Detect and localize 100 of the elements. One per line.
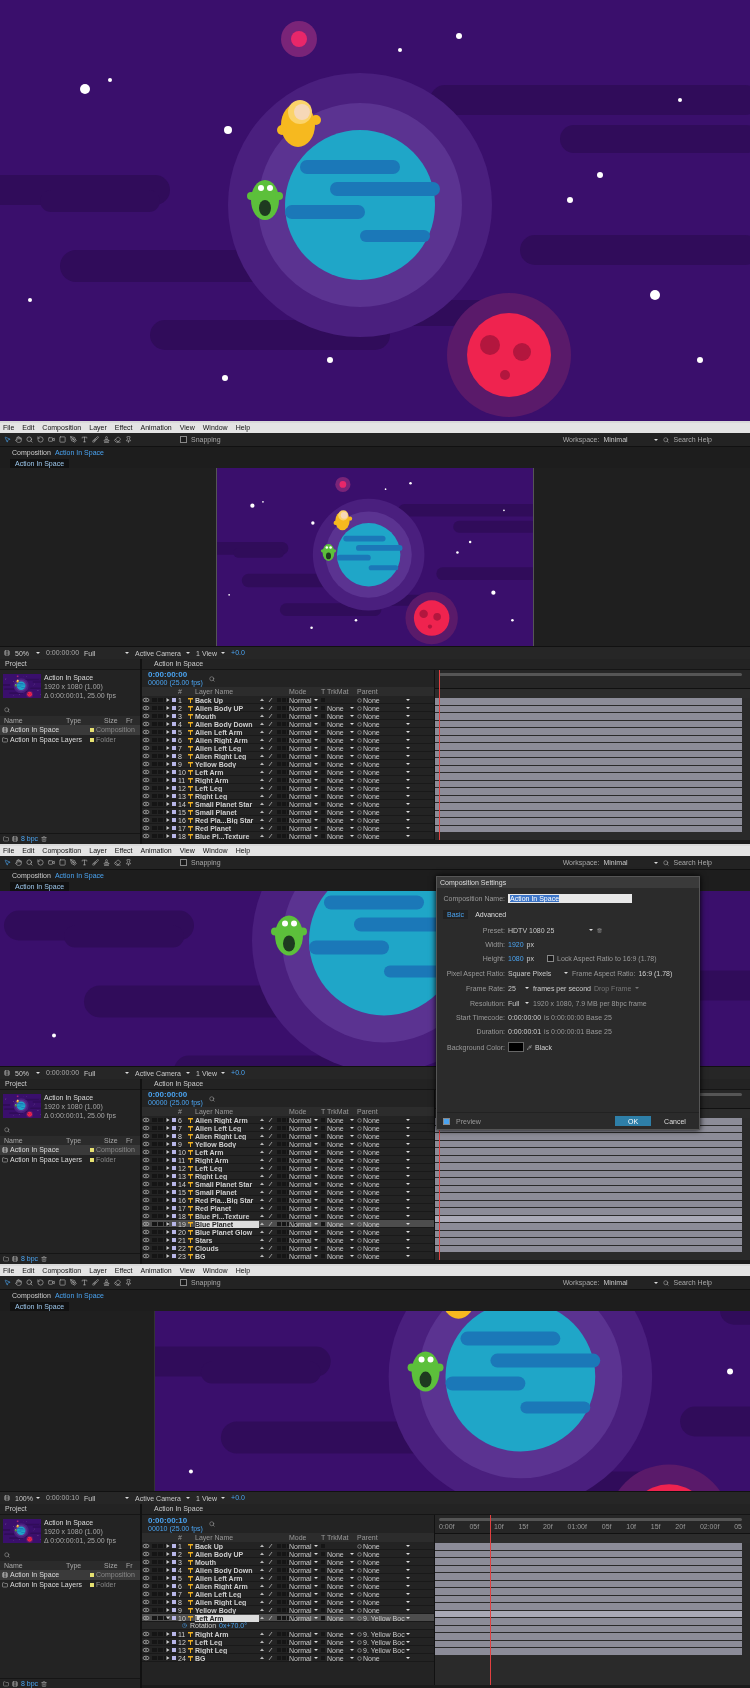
layer-duration-bar[interactable]	[435, 1200, 742, 1207]
twirl-arrow-icon[interactable]	[166, 1600, 170, 1604]
twirl-arrow-icon[interactable]	[166, 826, 170, 830]
label-swatch[interactable]	[172, 1150, 176, 1154]
twirl-arrow-icon[interactable]	[166, 1632, 170, 1636]
zoom-icon[interactable]	[26, 1279, 33, 1286]
twirl-arrow-icon[interactable]	[166, 762, 170, 766]
pin-icon[interactable]	[125, 859, 132, 866]
label-swatch[interactable]	[172, 1592, 176, 1596]
label-swatch[interactable]	[172, 1560, 176, 1564]
layer-duration-bar[interactable]	[435, 1580, 742, 1587]
twirl-arrow-icon[interactable]	[166, 770, 170, 774]
layer-duration-bar[interactable]	[435, 810, 742, 817]
twirl-arrow-icon[interactable]	[166, 1174, 170, 1178]
twirl-arrow-icon[interactable]	[166, 1166, 170, 1170]
label-swatch[interactable]	[172, 1230, 176, 1234]
label-swatch[interactable]	[172, 778, 176, 782]
layer-duration-bar[interactable]	[435, 750, 742, 757]
layer-duration-bar[interactable]	[435, 1140, 742, 1147]
brush-icon[interactable]	[92, 1279, 99, 1286]
stamp-icon[interactable]	[103, 1279, 110, 1286]
label-swatch[interactable]	[172, 802, 176, 806]
film-icon[interactable]	[4, 650, 10, 656]
snapping-checkbox[interactable]	[180, 1279, 187, 1286]
twirl-arrow-icon[interactable]	[166, 1544, 170, 1548]
label-swatch[interactable]	[172, 1552, 176, 1556]
camera-icon[interactable]	[48, 436, 55, 443]
layer-duration-bar[interactable]	[435, 1610, 742, 1617]
brush-icon[interactable]	[92, 436, 99, 443]
twirl-arrow-icon[interactable]	[166, 1150, 170, 1154]
folder-icon[interactable]	[3, 1681, 9, 1687]
label-swatch[interactable]	[172, 1142, 176, 1146]
layer-duration-bar[interactable]	[435, 1170, 742, 1177]
search-icon[interactable]	[208, 1521, 215, 1527]
folder-icon[interactable]	[2, 737, 8, 743]
twirl-arrow-icon[interactable]	[166, 738, 170, 742]
label-swatch[interactable]	[172, 818, 176, 822]
folder-icon[interactable]	[2, 1157, 8, 1163]
hand-icon[interactable]	[15, 436, 22, 443]
search-icon[interactable]	[208, 1095, 215, 1102]
trash-icon[interactable]	[41, 1681, 48, 1687]
twirl-arrow-icon[interactable]	[166, 1222, 170, 1226]
layer-duration-bar[interactable]	[435, 1595, 742, 1602]
label-swatch[interactable]	[172, 1222, 176, 1226]
twirl-arrow-icon[interactable]	[166, 1608, 170, 1612]
label-swatch[interactable]	[172, 698, 176, 702]
eraser-icon[interactable]	[114, 859, 121, 866]
composition-icon[interactable]	[12, 836, 18, 842]
label-swatch[interactable]	[172, 1190, 176, 1194]
twirl-arrow-icon[interactable]	[166, 794, 170, 798]
camera-icon[interactable]	[48, 1279, 55, 1286]
composition-icon[interactable]	[12, 1681, 18, 1687]
preview-checkbox[interactable]	[443, 1117, 450, 1125]
label-swatch[interactable]	[172, 714, 176, 718]
eyedropper-icon[interactable]	[527, 1044, 532, 1050]
pointer-icon[interactable]	[4, 436, 11, 443]
label-swatch[interactable]	[172, 1206, 176, 1210]
label-swatch[interactable]	[172, 1126, 176, 1130]
rotate-icon[interactable]	[37, 1279, 44, 1286]
pen-icon[interactable]	[70, 1279, 77, 1286]
label-swatch[interactable]	[172, 834, 176, 838]
search-icon[interactable]	[663, 436, 670, 443]
layer-duration-bar[interactable]	[435, 1550, 742, 1557]
label-swatch[interactable]	[172, 762, 176, 766]
label-swatch[interactable]	[172, 1118, 176, 1122]
label-swatch[interactable]	[172, 826, 176, 830]
zoom-icon[interactable]	[26, 436, 33, 443]
lock-aspect-checkbox[interactable]	[547, 955, 554, 962]
twirl-arrow-icon[interactable]	[166, 698, 170, 702]
eraser-icon[interactable]	[114, 436, 121, 443]
trash-icon[interactable]	[41, 1256, 48, 1262]
snapping-checkbox[interactable]	[180, 436, 187, 443]
layer-duration-bar[interactable]	[435, 1155, 742, 1162]
rotate-icon[interactable]	[37, 859, 44, 866]
composition-icon[interactable]	[2, 1147, 8, 1153]
timeline-timecode[interactable]: 0:00:00:10	[148, 1515, 203, 1525]
layer-duration-bar[interactable]	[435, 795, 742, 802]
twirl-arrow-icon[interactable]	[166, 1648, 170, 1652]
label-swatch[interactable]	[172, 770, 176, 774]
label-swatch[interactable]	[172, 1158, 176, 1162]
label-swatch[interactable]	[172, 1568, 176, 1572]
twirl-arrow-icon[interactable]	[166, 1126, 170, 1130]
label-swatch[interactable]	[172, 706, 176, 710]
composition-icon[interactable]	[2, 1572, 8, 1578]
layer-duration-bar[interactable]	[435, 1245, 742, 1252]
folder-icon[interactable]	[2, 1582, 8, 1588]
twirl-arrow-icon[interactable]	[166, 1584, 170, 1588]
twirl-arrow-icon[interactable]	[166, 1552, 170, 1556]
time-ruler[interactable]	[435, 670, 750, 689]
stopwatch-icon[interactable]	[182, 1623, 187, 1628]
label-swatch[interactable]	[172, 786, 176, 790]
label-swatch[interactable]	[172, 1174, 176, 1178]
twirl-arrow-icon[interactable]	[166, 754, 170, 758]
hand-icon[interactable]	[15, 859, 22, 866]
label-swatch[interactable]	[172, 1648, 176, 1652]
twirl-arrow-icon[interactable]	[166, 706, 170, 710]
label-swatch[interactable]	[172, 1544, 176, 1548]
composition-icon[interactable]	[2, 727, 8, 733]
search-icon[interactable]	[663, 859, 670, 866]
eraser-icon[interactable]	[114, 1279, 121, 1286]
